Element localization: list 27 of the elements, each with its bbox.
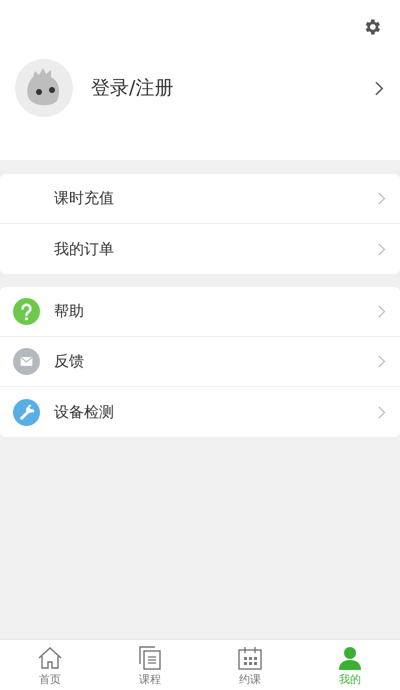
tab[interactable]: 课程 [100,640,200,690]
person-icon [337,645,363,671]
mail-icon [13,348,40,375]
chevron-right-icon [378,406,386,418]
help-icon [13,298,40,325]
chevron-right-icon [375,80,384,96]
login-link[interactable]: 登录/注册 [91,75,375,101]
menu-item[interactable]: 反馈 [0,337,400,387]
chevron-right-icon [378,242,386,256]
wrench-icon [13,398,40,426]
menu-item[interactable]: 帮助 [0,287,400,337]
menu-item[interactable]: 设备检测 [0,387,400,437]
menu-label: 设备检测 [54,402,115,422]
chevron-right-icon [378,192,386,205]
home-icon [37,645,63,671]
menu-label: 帮助 [54,302,85,321]
menu-label: 课时充值 [54,189,115,208]
menu-item[interactable]: 我的订单 [0,224,400,274]
tab[interactable]: 约课 [200,640,300,690]
menu-item[interactable]: 课时充值 [0,174,400,224]
document-icon [137,645,163,671]
menu-label: 我的订单 [54,240,115,258]
tab[interactable]: 首页 [0,640,100,690]
chevron-right-icon [378,355,386,368]
menu-label: 反馈 [54,352,85,371]
chevron-right-icon [378,305,386,318]
calendar-icon [237,645,263,671]
